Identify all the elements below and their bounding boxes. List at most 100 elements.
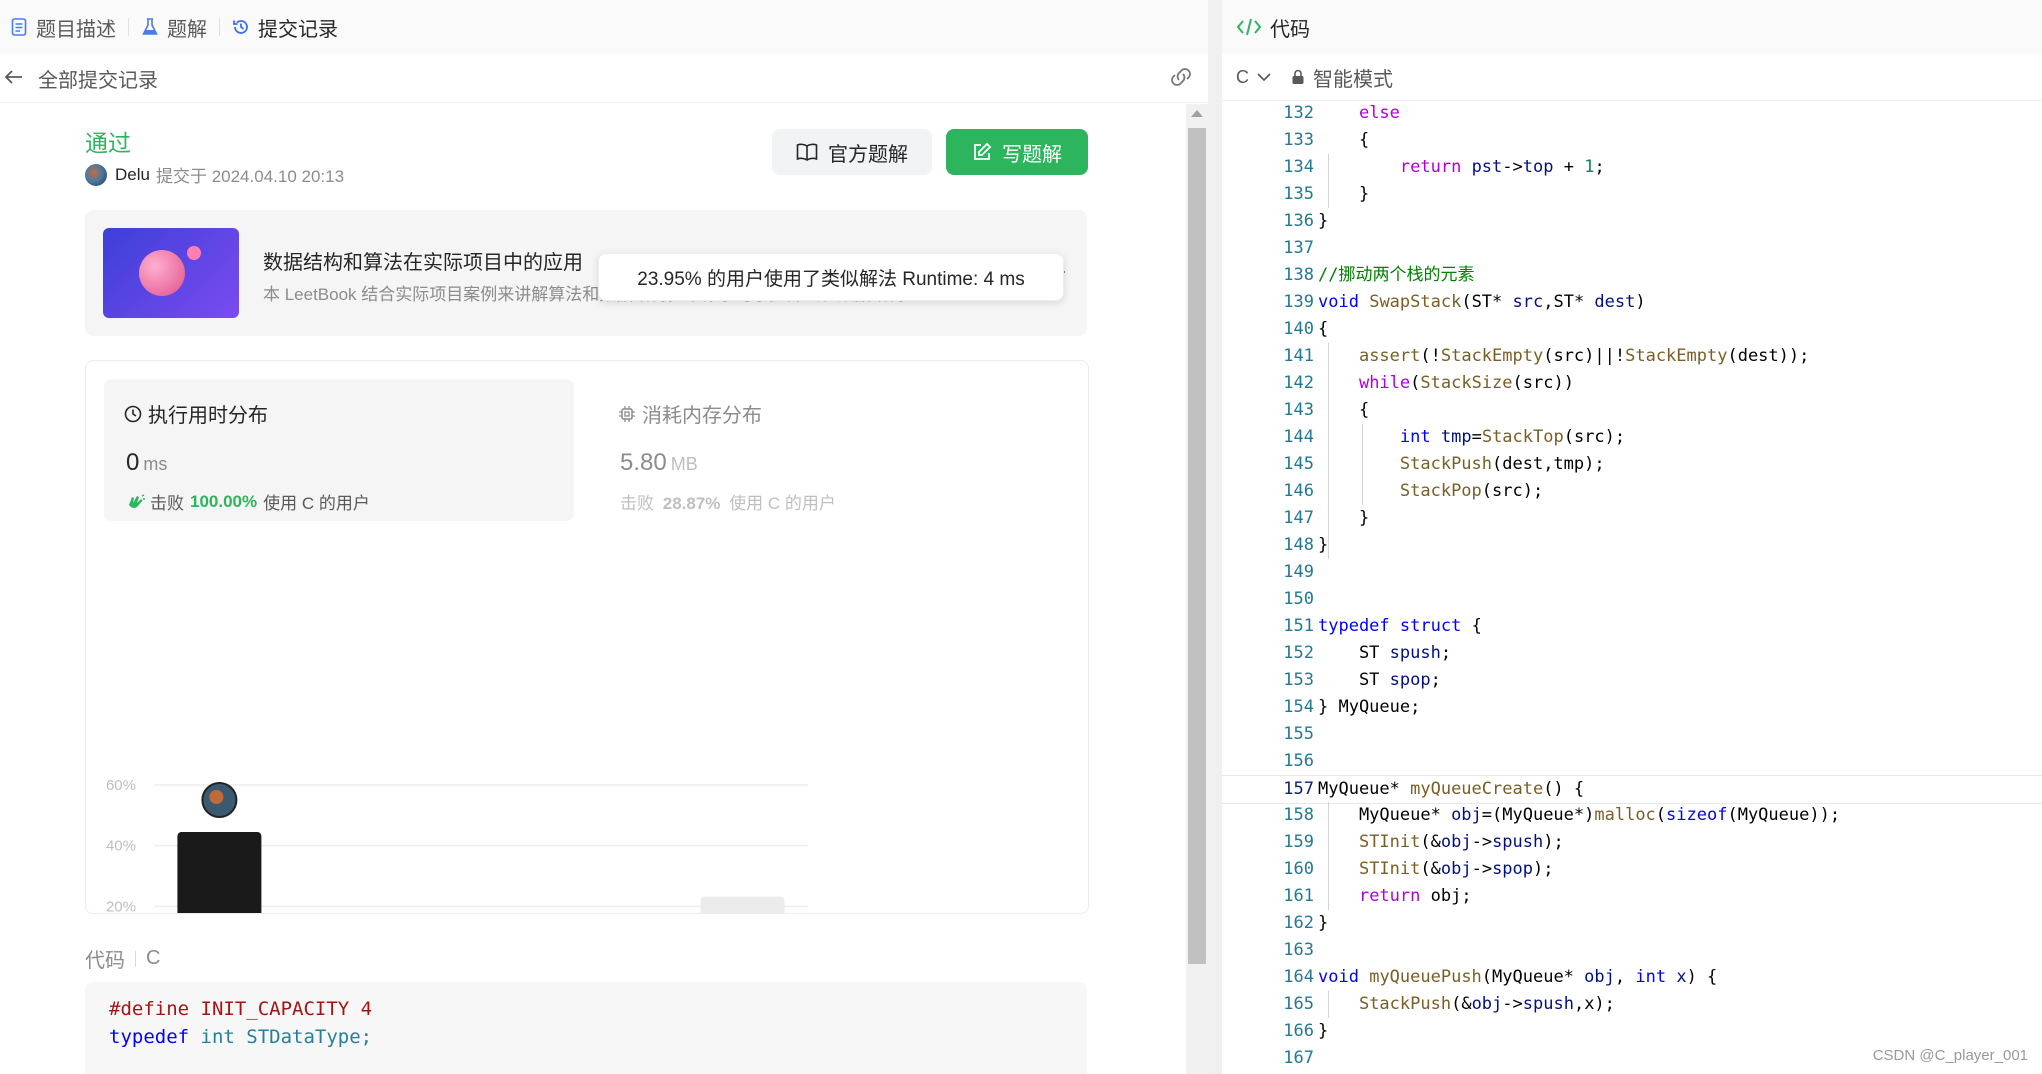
submitted-at: 提交于 2024.04.10 20:13 [155, 167, 345, 186]
code-line[interactable]: 161 return obj; [1222, 883, 2042, 910]
code-line[interactable]: 150 [1222, 586, 2042, 613]
code-language: C [146, 947, 161, 969]
code-line[interactable]: 165 StackPush(&obj->spush,x); [1222, 991, 2042, 1018]
smart-mode-toggle[interactable]: 智能模式 [1291, 63, 1393, 92]
code-line[interactable]: 132 else [1222, 100, 2042, 127]
line-text: MyQueue* obj=(MyQueue*)malloc(sizeof(MyQ… [1318, 805, 1841, 825]
line-text: } [1318, 1021, 1329, 1041]
code-line[interactable]: 155 [1222, 721, 2042, 748]
avatar[interactable] [85, 163, 107, 186]
code-line[interactable]: 138//挪动两个栈的元素 [1222, 262, 2042, 289]
line-number: 156 [1283, 751, 1314, 771]
scrollbar[interactable] [1186, 104, 1208, 1074]
memory-beat-percent: 28.87% [662, 494, 721, 513]
code-line[interactable]: 151 typedef struct { [1222, 613, 2042, 640]
code-line[interactable]: 140{ [1222, 316, 2042, 343]
submission-status: 通过 [85, 130, 131, 156]
code-line[interactable]: 154} MyQueue; [1222, 694, 2042, 721]
code-line[interactable]: 136} [1222, 208, 2042, 235]
code-line[interactable]: 142 while(StackSize(src)) [1222, 370, 2042, 397]
runtime-panel[interactable]: 执行用时分布 0 ms 击败 100.00% 使用 C 的用户 [104, 379, 574, 521]
clock-icon [124, 405, 142, 423]
chart-bar[interactable] [177, 832, 262, 913]
scroll-up-arrow[interactable] [1191, 110, 1203, 117]
code-line[interactable]: 145 StackPush(dest,tmp); [1222, 451, 2042, 478]
code-line[interactable]: 144 int tmp=StackTop(src); [1222, 424, 2042, 451]
tab-description[interactable]: 题目描述 [0, 0, 128, 54]
code-editor-panel: 代码 C 智能模式 132 else 133 {134 return pst->t… [1222, 0, 2042, 1074]
chart-bar[interactable] [700, 896, 785, 913]
code-line[interactable]: 166} [1222, 1018, 2042, 1045]
all-submissions-link[interactable]: 全部提交记录 [38, 64, 158, 93]
official-solution-button[interactable]: 官方题解 [772, 129, 932, 175]
line-text: ST spush; [1318, 643, 1452, 663]
code-line[interactable]: 162} [1222, 910, 2042, 937]
line-number: 165 [1283, 994, 1314, 1014]
code-line[interactable]: 160 STInit(&obj->spop); [1222, 856, 2042, 883]
scrollbar-thumb[interactable] [1188, 128, 1206, 964]
code-line[interactable]: 153 ST spop; [1222, 667, 2042, 694]
code-line[interactable]: 163 [1222, 937, 2042, 964]
code-line[interactable]: 158 MyQueue* obj=(MyQueue*)malloc(sizeof… [1222, 802, 2042, 829]
code-line[interactable]: 134 return pst->top + 1; [1222, 154, 2042, 181]
line-number: 150 [1283, 589, 1314, 609]
language-select[interactable]: C [1236, 67, 1271, 88]
submission-meta: Delu 提交于 2024.04.10 20:13 [85, 162, 344, 187]
line-number: 134 [1283, 157, 1314, 177]
memory-unit: MB [670, 454, 698, 474]
line-text: } [1318, 211, 1329, 231]
indent-guide [1328, 802, 1329, 910]
tab-solutions[interactable]: 题解 [129, 0, 219, 54]
edit-icon [972, 142, 992, 162]
line-number: 157 [1283, 779, 1314, 799]
line-text: return pst->top + 1; [1399, 157, 1605, 177]
line-text: STInit(&obj->spop); [1358, 859, 1554, 879]
code-preview[interactable]: #define INIT_CAPACITY 4 typedef int STDa… [85, 982, 1087, 1074]
tab-label: 题解 [167, 18, 207, 41]
code-line[interactable]: 147 } [1222, 505, 2042, 532]
editor-toolbar: C 智能模式 [1222, 54, 2042, 101]
tab-submissions[interactable]: 提交记录 [220, 0, 350, 54]
line-number: 163 [1283, 940, 1314, 960]
code-line[interactable]: 139 void SwapStack(ST* src,ST* dest) [1222, 289, 2042, 316]
code-keyword: typedef [109, 1026, 190, 1048]
code-editor[interactable]: 132 else 133 {134 return pst->top + 1; 135… [1222, 100, 2042, 1074]
code-line[interactable]: 148} [1222, 532, 2042, 559]
line-number: 154 [1283, 697, 1314, 717]
write-solution-button[interactable]: 写题解 [946, 129, 1088, 175]
code-line[interactable]: 159 STInit(&obj->spush); [1222, 829, 2042, 856]
code-line[interactable]: 149 [1222, 559, 2042, 586]
code-line[interactable]: 156 [1222, 748, 2042, 775]
line-text: void myQueuePush(MyQueue* obj, int x) { [1318, 967, 1718, 987]
chart-tooltip: 23.95% 的用户使用了类似解法 Runtime: 4 ms [598, 253, 1064, 301]
indent-guide [1328, 343, 1329, 559]
runtime-value: 0 ms [126, 449, 167, 477]
memory-panel[interactable]: 消耗内存分布 5.80 MB 击败 28.87% 使用 C 的用户 [618, 379, 1058, 521]
memory-title-text: 消耗内存分布 [642, 405, 762, 427]
code-line[interactable]: 141 assert(!StackEmpty(src)||!StackEmpty… [1222, 343, 2042, 370]
code-line[interactable]: 152 ST spush; [1222, 640, 2042, 667]
runtime-distribution-chart[interactable]: 0%20%40%60%1ms2ms3ms4ms1ms2ms3ms4ms [86, 521, 1088, 913]
indent-guide [1328, 154, 1329, 208]
line-number: 143 [1283, 400, 1314, 420]
submission-subheader: 全部提交记录 [0, 54, 1208, 103]
book-icon [796, 143, 818, 161]
tab-label: 提交记录 [258, 18, 338, 41]
line-text: } [1318, 508, 1370, 528]
runtime-beat-percent: 100.00% [190, 491, 258, 511]
line-number: 161 [1283, 886, 1314, 906]
code-line[interactable]: 164 void myQueuePush(MyQueue* obj, int x)… [1222, 964, 2042, 991]
runtime-title-text: 执行用时分布 [148, 405, 268, 427]
link-icon[interactable] [1168, 66, 1194, 93]
code-line[interactable]: 146 StackPop(src); [1222, 478, 2042, 505]
code-line[interactable]: 157 MyQueue* myQueueCreate() { [1222, 775, 2042, 804]
y-tick-label: 20% [106, 898, 136, 913]
back-arrow-icon[interactable] [4, 65, 32, 91]
code-line[interactable]: 137 [1222, 235, 2042, 262]
username[interactable]: Delu [115, 165, 150, 185]
line-text: typedef struct { [1318, 616, 1482, 636]
line-number: 133 [1283, 130, 1314, 150]
code-line[interactable]: 143 { [1222, 397, 2042, 424]
code-line[interactable]: 133 { [1222, 127, 2042, 154]
code-line[interactable]: 135 } [1222, 181, 2042, 208]
